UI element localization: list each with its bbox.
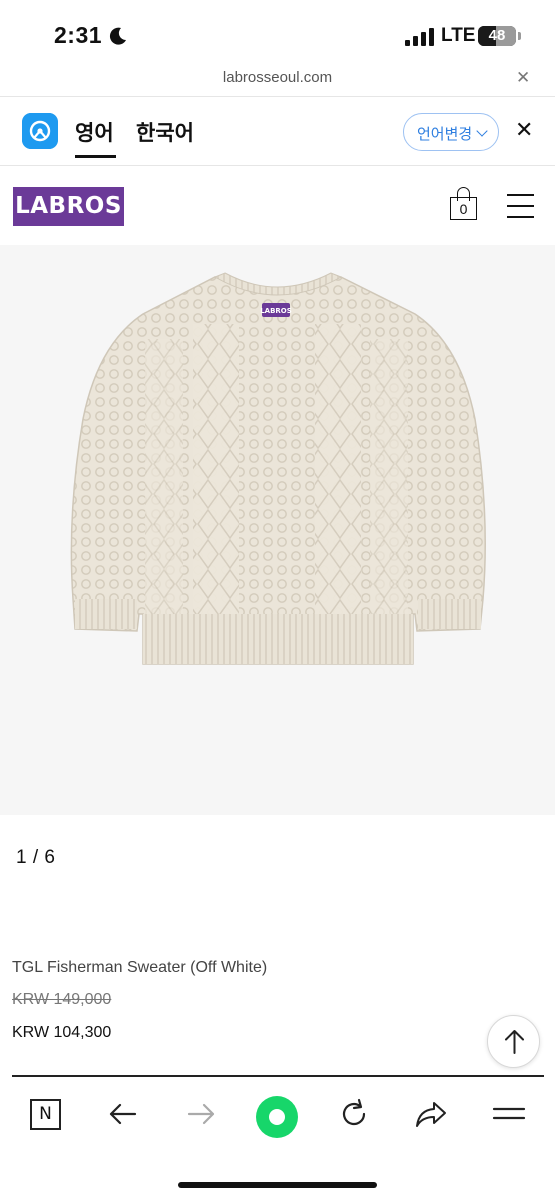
labros-logo[interactable]: LABROS (13, 187, 124, 226)
original-price: KRW 149,000 (12, 991, 112, 1008)
translate-icon[interactable] (22, 113, 58, 149)
battery-icon: 48 (478, 26, 516, 46)
menu-line (507, 194, 534, 196)
cart-count: 0 (459, 201, 468, 217)
tab-korean[interactable]: 한국어 (136, 117, 194, 147)
translate-bar: 영어 한국어 언어변경 ✕ (0, 96, 555, 166)
home-indicator (178, 1182, 377, 1188)
product-name: TGL Fisherman Sweater (Off White) (12, 959, 268, 976)
image-pager: 1 / 6 (16, 847, 56, 868)
menu-line (507, 216, 534, 218)
share-icon[interactable] (414, 1097, 448, 1131)
product-image[interactable]: LABROS (0, 245, 555, 815)
hamburger-menu-icon[interactable] (507, 191, 535, 219)
chevron-down-icon (476, 125, 488, 137)
close-icon[interactable]: ✕ (516, 68, 530, 88)
sweater-label: LABROS (260, 307, 292, 315)
site-header: LABROS 0 (0, 167, 555, 245)
status-bar: 2:31 LTE 48 (0, 0, 555, 70)
arrow-up-icon (505, 1030, 524, 1054)
sale-price: KRW 104,300 (12, 1024, 112, 1041)
tab-english[interactable]: 영어 (75, 117, 116, 158)
battery-percent: 48 (488, 27, 506, 44)
sweater-image: LABROS (70, 272, 486, 665)
scroll-to-top-button[interactable] (487, 1015, 540, 1068)
url-bar[interactable]: labrosseoul.com ✕ (0, 64, 555, 94)
naver-icon[interactable]: N (30, 1099, 61, 1130)
moon-icon (109, 27, 126, 45)
battery-cap (518, 32, 521, 40)
forward-arrow-icon[interactable] (184, 1097, 218, 1131)
cart-button[interactable]: 0 (448, 185, 480, 221)
menu-icon[interactable] (492, 1097, 526, 1131)
reload-icon[interactable] (337, 1097, 371, 1131)
back-arrow-icon[interactable] (106, 1097, 140, 1131)
translate-close-icon[interactable]: ✕ (515, 117, 533, 143)
change-language-label: 언어변경 (417, 126, 473, 143)
network-label: LTE (441, 25, 476, 46)
green-action-button[interactable] (256, 1096, 298, 1138)
status-time: 2:31 (54, 22, 103, 48)
menu-line (507, 205, 534, 207)
signal-icon (405, 28, 434, 46)
url-text[interactable]: labrosseoul.com (0, 69, 555, 86)
change-language-button[interactable]: 언어변경 (403, 113, 499, 151)
